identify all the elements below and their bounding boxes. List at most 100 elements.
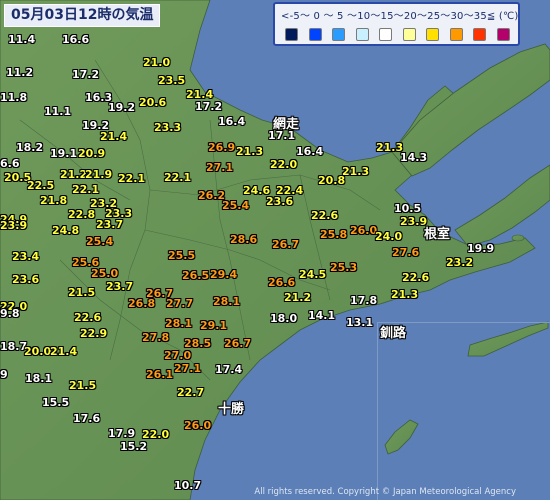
temperature-label: 18.0	[270, 312, 298, 325]
temperature-label: 22.7	[177, 386, 205, 399]
temperature-label: 25.5	[168, 249, 196, 262]
temperature-label: 15.2	[120, 440, 148, 453]
legend-swatch	[426, 28, 439, 41]
temperature-label: 26.8	[128, 297, 156, 310]
temperature-label: 21.4	[50, 345, 78, 358]
temperature-label: 27.8	[142, 331, 170, 344]
temperature-label: 19.9	[467, 242, 495, 255]
temperature-label: 22.0	[142, 428, 170, 441]
temperature-label: 19.2	[108, 101, 136, 114]
temperature-label: 23.6	[266, 195, 294, 208]
temperature-label: 17.6	[73, 412, 101, 425]
temperature-label: 27.1	[206, 161, 234, 174]
temperature-label: 14.3	[400, 151, 428, 164]
temperature-label: 28.1	[165, 317, 193, 330]
temperature-label: 18.2	[16, 141, 44, 154]
temperature-label: 25.3	[330, 261, 358, 274]
place-label-nemuro: 根室	[424, 227, 451, 242]
temperature-label: 21.9	[85, 168, 113, 181]
temperature-label: 23.7	[96, 218, 124, 231]
temperature-label: 26.5	[182, 269, 210, 282]
temperature-label: 21.4	[100, 130, 128, 143]
temperature-label: 11.4	[8, 33, 36, 46]
temperature-label: 23.9	[0, 219, 28, 232]
temperature-label: 22.9	[80, 327, 108, 340]
temperature-label: 21.2	[60, 168, 88, 181]
temperature-label: 25.8	[320, 228, 348, 241]
temperature-label: 21.4	[186, 88, 214, 101]
temperature-label: 22.0	[270, 158, 298, 171]
place-label-kushiro: 釧路	[380, 326, 407, 341]
temperature-label: 26.0	[350, 224, 378, 237]
temperature-label: 17.2	[195, 100, 223, 113]
temperature-label: 27.1	[174, 362, 202, 375]
temperature-label: 23.4	[12, 250, 40, 263]
temperature-label: 25.4	[86, 235, 114, 248]
temperature-label: 26.7	[224, 337, 252, 350]
temperature-label: 24.8	[52, 224, 80, 237]
temperature-label: 17.4	[215, 363, 243, 376]
legend-swatch	[402, 28, 416, 41]
temperature-label: 17.2	[72, 68, 100, 81]
temperature-label: 22.6	[402, 271, 430, 284]
legend-swatch	[449, 28, 463, 41]
weather-map: 05月03日12時の気温 <-5～ 0 ～ 5 ～10～15～20～25～30～…	[0, 0, 550, 500]
temperature-label: 24.5	[299, 268, 327, 281]
temperature-label: 22.8	[68, 208, 96, 221]
temperature-label: 17.1	[268, 129, 296, 142]
temperature-label: 23.7	[106, 280, 134, 293]
temperature-label: 28.5	[184, 337, 212, 350]
temperature-label: 21.0	[143, 56, 171, 69]
temperature-label: 17.9	[108, 427, 136, 440]
temperature-label: 21.8	[40, 194, 68, 207]
temperature-label: 13.1	[346, 316, 374, 329]
legend-scale-label: <-5～ 0 ～ 5 ～10～15～20～25～30～35≦ (℃)	[281, 11, 519, 22]
temperature-label: 26.7	[272, 238, 300, 251]
temperature-label: 22.6	[74, 311, 102, 324]
temperature-label: 18.1	[25, 372, 53, 385]
temperature-label: 25.4	[222, 199, 250, 212]
map-title: 05月03日12時の気温	[4, 4, 161, 27]
temperature-label: 27.6	[392, 246, 420, 259]
place-label-tokachi: 十勝	[218, 402, 245, 417]
legend-swatch	[332, 28, 345, 41]
temperature-label: 15.5	[42, 396, 70, 409]
legend-swatch	[285, 28, 298, 41]
legend-swatch	[379, 28, 392, 41]
temperature-label: 20.9	[78, 147, 106, 160]
temperature-label: 21.5	[69, 379, 97, 392]
temperature-label: 26.6	[268, 276, 296, 289]
legend-swatch	[355, 28, 369, 41]
temperature-label: 14.1	[308, 309, 336, 322]
temperature-label: 26.0	[184, 419, 212, 432]
temperature-label: 17.8	[350, 294, 378, 307]
temperature-label: 16.4	[218, 115, 246, 128]
legend-swatch	[308, 28, 322, 41]
temperature-label: 20.8	[318, 174, 346, 187]
temperature-label: 23.3	[154, 121, 182, 134]
temperature-label: 10.7	[174, 479, 202, 492]
temperature-label: 23.2	[446, 256, 474, 269]
temperature-label: 16.6	[62, 33, 90, 46]
temperature-label: 9	[0, 368, 8, 381]
temperature-label: 20.6	[139, 96, 167, 109]
temperature-label: 21.3	[391, 288, 419, 301]
temperature-label: 24.0	[375, 230, 403, 243]
temperature-label: 29.4	[210, 268, 238, 281]
temperature-label: 16.4	[296, 145, 324, 158]
temperature-label: 10.5	[394, 202, 422, 215]
temperature-label: 29.1	[200, 319, 228, 332]
temperature-label: 11.2	[6, 66, 34, 79]
temperature-label: 28.6	[230, 233, 258, 246]
temperature-label: 21.3	[236, 145, 264, 158]
temperature-legend: <-5～ 0 ～ 5 ～10～15～20～25～30～35≦ (℃)	[273, 2, 520, 46]
temperature-label: 21.2	[284, 291, 312, 304]
copyright-notice: All rights reserved. Copyright © Japan M…	[254, 487, 516, 497]
temperature-label: 11.8	[0, 91, 28, 104]
temperature-label: 9.8	[0, 307, 20, 320]
temperature-label: 20.0	[24, 345, 52, 358]
temperature-label: 22.1	[72, 183, 100, 196]
temperature-label: 27.0	[164, 349, 192, 362]
temperature-label: 21.3	[342, 165, 370, 178]
temperature-label: 27.7	[166, 297, 194, 310]
